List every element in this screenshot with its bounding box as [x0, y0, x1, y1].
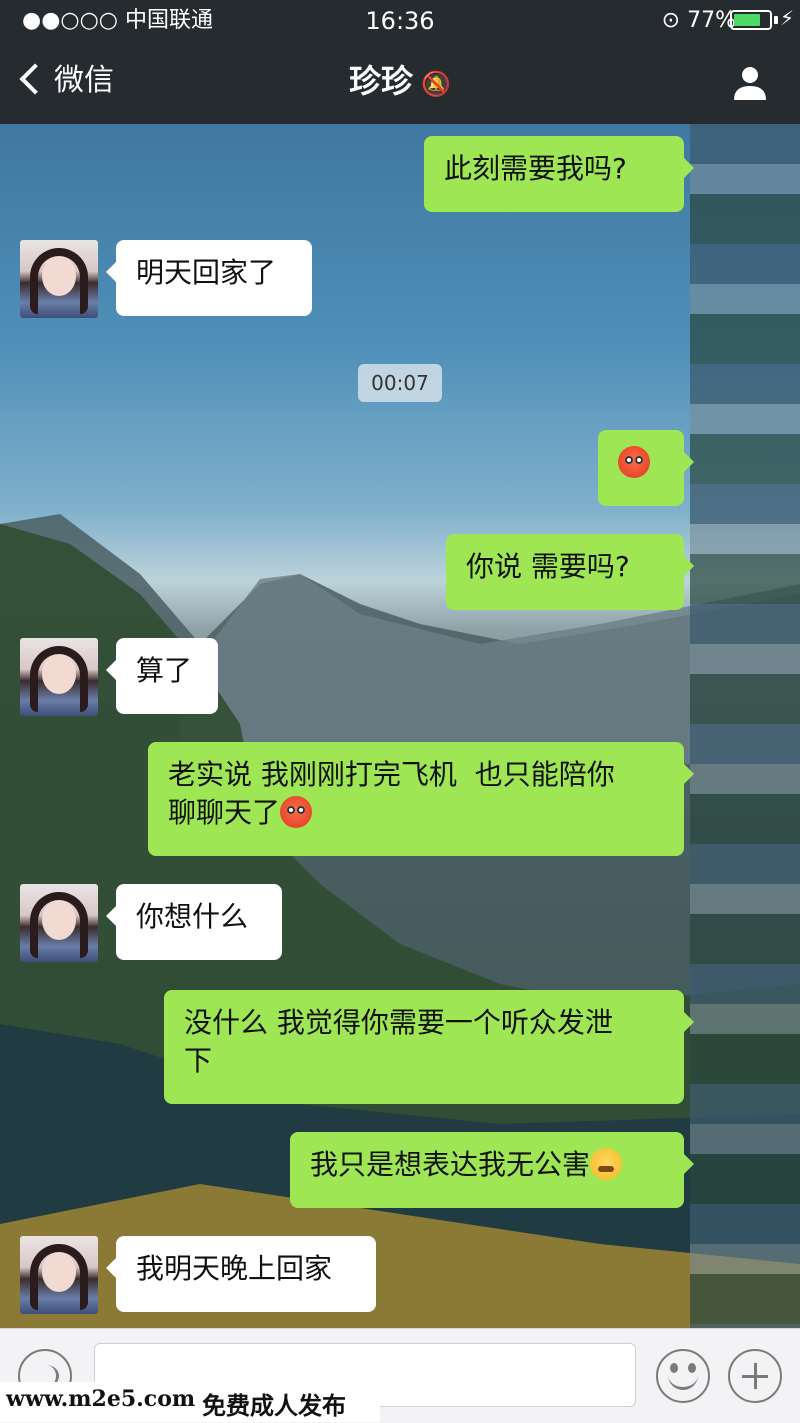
message-text: 没什么 我觉得你需要一个听众发泄 下 — [184, 1006, 613, 1077]
message-bubble[interactable]: 你想什么 — [106, 884, 282, 960]
battery-icon — [730, 10, 772, 30]
message-text: 明天回家了 — [136, 256, 277, 289]
message-bubble[interactable]: 你说 需要吗? — [446, 534, 694, 610]
chat-title: 珍珍 🔕 — [0, 58, 800, 104]
watermark-url: www.m2e5.com — [6, 1386, 196, 1412]
message-bubble[interactable]: 老实说 我刚刚打完飞机 也只能陪你 聊聊天了 — [148, 742, 694, 856]
crying-face-emoji — [590, 1148, 623, 1180]
avatar[interactable] — [20, 638, 98, 716]
avatar[interactable] — [20, 884, 98, 962]
message-text: 算了 — [136, 654, 193, 687]
timestamp: 00:07 — [358, 364, 442, 402]
battery-percent: ⊙ 77% — [661, 8, 736, 33]
message-bubble[interactable]: 我明天晚上回家 — [106, 1236, 376, 1312]
charging-bolt-icon: ⚡ — [779, 6, 794, 30]
chat-area[interactable]: 00:07 此刻需要我吗? 明天回家了 你说 需要吗? 算了 老实说 我刚刚打完… — [0, 124, 800, 1328]
contact-name: 珍珍 — [349, 62, 414, 100]
battery-fill — [734, 14, 760, 26]
message-bubble[interactable]: 此刻需要我吗? — [424, 136, 694, 212]
top-bar: ●●○○○ 中国联通 16:36 ⊙ 77% ⚡ 微信 珍珍 🔕 — [0, 0, 800, 124]
battery-cap — [774, 16, 778, 24]
message-bubble[interactable]: 算了 — [106, 638, 218, 714]
avatar[interactable] — [20, 240, 98, 318]
message-bubble[interactable] — [598, 430, 694, 506]
message-text: 此刻需要我吗? — [444, 152, 627, 185]
image-artifact — [690, 124, 800, 1328]
message-text: 老实说 我刚刚打完飞机 也只能陪你 聊聊天了 — [168, 758, 615, 829]
message-text: 你想什么 — [136, 900, 249, 933]
message-text: 你说 需要吗? — [466, 550, 630, 583]
message-text: 我只是想表达我无公害 — [310, 1148, 591, 1181]
message-bubble[interactable]: 我只是想表达我无公害 — [290, 1132, 694, 1208]
person-icon[interactable] — [730, 62, 770, 102]
message-text: 我明天晚上回家 — [136, 1252, 333, 1285]
watermark: www.m2e5.com 免费成人发布 — [0, 1382, 380, 1422]
message-bubble[interactable]: 没什么 我觉得你需要一个听众发泄 下 — [164, 990, 694, 1104]
message-bubble[interactable]: 明天回家了 — [106, 240, 312, 316]
flushed-face-emoji — [618, 446, 650, 478]
watermark-text: 免费成人发布 — [202, 1391, 346, 1420]
mute-notification-icon: 🔕 — [421, 70, 451, 98]
flushed-face-emoji — [280, 796, 313, 828]
avatar[interactable] — [20, 1236, 98, 1314]
smiley-icon[interactable] — [656, 1349, 710, 1403]
plus-icon[interactable] — [728, 1349, 782, 1403]
orientation-lock-icon: ⊙ — [661, 8, 681, 33]
